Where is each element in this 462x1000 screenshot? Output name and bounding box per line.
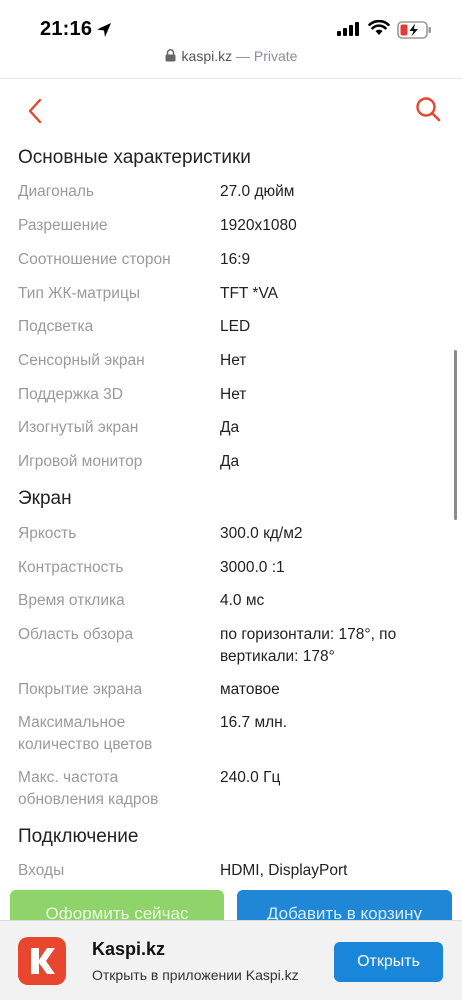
kaspi-app-icon [18, 937, 66, 985]
status-time: 21:16 [40, 18, 93, 40]
page-header [0, 78, 462, 138]
spec-value: 4.0 мс [220, 592, 265, 609]
spec-value: TFT *VA [220, 285, 278, 302]
spec-value: Нет [220, 386, 247, 403]
spec-label: Покрытие экрана [18, 681, 143, 698]
spec-label: Соотношение сторон [18, 251, 171, 268]
spec-value: Да [220, 419, 240, 436]
battery-low-charging-icon [397, 21, 431, 39]
spec-label: Время отклика [18, 592, 125, 609]
spec-value: 16:9 [220, 251, 251, 268]
spec-value: LED [220, 318, 251, 335]
status-bar: 21:16 [0, 0, 462, 46]
url-bar[interactable]: kaspi.kz — Private [0, 48, 462, 72]
app-name: Kaspi.kz [92, 939, 166, 959]
spec-value: HDMI, DisplayPort [220, 862, 348, 879]
spec-label: Яркость [18, 525, 77, 542]
section-title-connection: Подключение [18, 826, 139, 847]
spec-label: Сенсорный экран [18, 352, 145, 369]
checkout-now-button[interactable]: Оформить сейчас [10, 890, 224, 922]
spec-value: 300.0 кд/м2 [220, 525, 303, 542]
spec-value: Да [220, 453, 240, 470]
cellular-signal-icon [337, 22, 359, 36]
spec-label: Поддержка 3D [18, 386, 123, 403]
spec-value: 1920x1080 [220, 217, 297, 234]
spec-label: Входы [18, 862, 65, 879]
location-arrow-icon [97, 23, 111, 37]
spec-label: Игровой монитор [18, 453, 143, 470]
action-buttons: Оформить сейчас Добавить в корзину [0, 890, 462, 922]
chevron-left-icon [28, 98, 42, 124]
scroll-indicator[interactable] [454, 350, 457, 520]
lock-icon [165, 49, 176, 62]
search-icon [416, 97, 441, 122]
kaspi-logo-icon [31, 948, 55, 974]
spec-label: Разрешение [18, 217, 108, 234]
spec-value: 27.0 дюйм [220, 183, 295, 200]
spec-label: Подсветка [18, 318, 94, 335]
spec-value: 240.0 Гц [220, 769, 281, 786]
spec-label: Тип ЖК-матрицы [18, 285, 140, 302]
back-button[interactable] [24, 97, 48, 125]
url-private-label: — Private [232, 48, 298, 64]
specifications-content[interactable]: Основные характеристики Диагональ 27.0 д… [0, 138, 462, 890]
app-open-banner: Kaspi.kz Открыть в приложении Kaspi.kz О… [0, 920, 462, 1000]
url-domain: kaspi.kz [181, 48, 233, 64]
spec-label: Изогнутый экран [18, 419, 139, 436]
spec-label: Диагональ [18, 183, 95, 200]
wifi-icon [368, 20, 390, 35]
spec-value: по горизонтали: 178°, по вертикали: 178° [220, 626, 397, 665]
app-subtitle: Открыть в приложении Kaspi.kz [92, 967, 299, 983]
spec-label: Макс. частота обновления кадров [18, 769, 159, 808]
search-button[interactable] [414, 95, 442, 123]
spec-value: матовое [220, 681, 280, 698]
spec-label: Максимальное количество цветов [18, 714, 153, 753]
spec-label: Контрастность [18, 559, 124, 576]
spec-value: 16.7 млн. [220, 714, 288, 731]
add-to-cart-button[interactable]: Добавить в корзину [237, 890, 452, 922]
section-title-screen: Экран [18, 488, 72, 509]
spec-label: Область обзора [18, 626, 134, 643]
open-app-button[interactable]: Открыть [334, 942, 443, 982]
spec-value: Нет [220, 352, 247, 369]
spec-value: 3000.0 :1 [220, 559, 285, 576]
section-title-main: Основные характеристики [18, 147, 251, 168]
